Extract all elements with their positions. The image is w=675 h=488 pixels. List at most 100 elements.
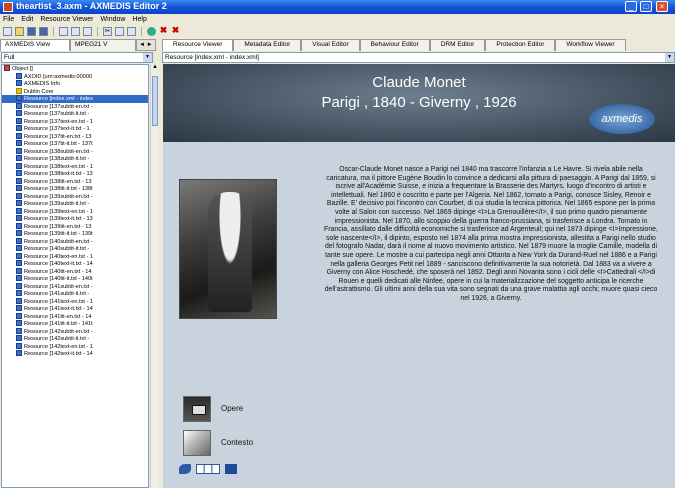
resource-select[interactable]: Resource [index.xml - index.xml] ▼ xyxy=(162,52,675,63)
tree-item-label: Resource [140subtit-it.txt - xyxy=(24,246,90,252)
tree-item[interactable]: Resource [138tit-en.txt - 13 xyxy=(2,177,148,186)
tree-item[interactable]: Resource [141tit-it.txt - 141t xyxy=(2,320,148,328)
opere-label[interactable]: Opere xyxy=(221,404,243,413)
tree-item[interactable]: Resource [141subtit-en.txt - xyxy=(2,282,148,291)
cut-icon[interactable]: ✂ xyxy=(103,27,112,36)
tree-item[interactable]: Resource [142subtit-it.txt - xyxy=(2,335,148,343)
tab-metadata-editor[interactable]: Metadata Editor xyxy=(233,39,302,51)
resource-icon xyxy=(16,117,22,124)
copy-icon[interactable] xyxy=(115,27,124,36)
tree-item[interactable]: Resource [141subtit-it.txt - xyxy=(2,290,148,298)
tree-item[interactable]: Resource [142subtit-en.txt - xyxy=(2,327,148,336)
tree-item[interactable]: Resource [141tit-en.txt - 14 xyxy=(2,312,148,321)
tree-item[interactable]: Resource [140tit-en.txt - 14 xyxy=(2,267,148,276)
tree-item-label: Resource [139text-it.txt - 13 xyxy=(24,216,93,222)
object-tree[interactable]: Object [] AXOID [urn:axmedis:00000 AXMEDIS… xyxy=(1,64,149,488)
print-icon[interactable] xyxy=(59,27,68,36)
tree-item[interactable]: Resource [140tit-it.txt - 140t xyxy=(2,275,148,283)
tree-item-label: Resource [139tit-en.txt - 13 xyxy=(24,223,92,230)
tree-item[interactable]: Resource [140subtit-en.txt - xyxy=(2,237,148,246)
protect-icon[interactable] xyxy=(147,27,156,36)
tree-root-item[interactable]: Object [] xyxy=(2,65,148,73)
tree-item[interactable]: AXMEDIS Info xyxy=(2,80,148,88)
opere-link[interactable]: Opere xyxy=(177,396,297,424)
tab-behaviour-editor[interactable]: Behaviour Editor xyxy=(359,39,430,51)
tab-drm-editor[interactable]: DRM Editor xyxy=(429,39,486,51)
tree-item[interactable]: Resource [142text-it.txt - 14 xyxy=(2,350,148,358)
resource-icon xyxy=(16,102,22,109)
contesto-link[interactable]: Contesto xyxy=(177,430,297,458)
tree-item[interactable]: Dublin Core xyxy=(2,87,148,96)
save-icon[interactable] xyxy=(27,27,36,36)
tree-item[interactable]: Resource [140subtit-it.txt - xyxy=(2,245,148,253)
tree-item[interactable]: Resource [138subtit-en.txt - xyxy=(2,147,148,156)
tools-icon[interactable]: ✖ xyxy=(159,26,168,36)
tree-item[interactable]: Resource [137text-it.txt - 1 xyxy=(2,125,148,133)
open-icon[interactable] xyxy=(15,27,24,36)
tab-protection-editor[interactable]: Protection Editor xyxy=(485,39,556,51)
tree-item[interactable]: Resource [138text-it.txt - 13 xyxy=(2,170,148,178)
paste-icon[interactable] xyxy=(127,27,136,36)
close-button[interactable]: × xyxy=(656,1,668,12)
scroll-thumb[interactable] xyxy=(152,76,158,126)
tab-mpeg21-view[interactable]: MPEG21 V xyxy=(70,39,136,51)
tree-item[interactable]: Resource [139text-it.txt - 13 xyxy=(2,215,148,223)
tab-axmedis-view[interactable]: AXMEDIS View xyxy=(0,39,70,51)
tree-item[interactable]: Resource [139subtit-en.txt - xyxy=(2,192,148,201)
tree-item[interactable]: Resource [142text-en.txt - 1 xyxy=(2,342,148,351)
menu-file[interactable]: File xyxy=(3,14,14,25)
tree-item-label: Resource [138text-it.txt - 13 xyxy=(24,171,93,177)
resource-path: Resource [index.xml - index.xml] xyxy=(165,54,259,61)
tab-workflow-viewer[interactable]: Workflow Viewer xyxy=(555,39,626,51)
properties-icon[interactable] xyxy=(83,27,92,36)
tree-scrollbar[interactable]: ▲ xyxy=(150,64,158,488)
resource-icon xyxy=(16,335,22,341)
tab-visual-editor[interactable]: Visual Editor xyxy=(301,39,360,51)
view-filter-select[interactable]: Full ▼ xyxy=(1,52,153,63)
book-icon[interactable] xyxy=(225,464,237,474)
axmedis-logo: axmedis xyxy=(589,104,655,134)
maximize-button[interactable]: □ xyxy=(640,1,652,12)
minimize-button[interactable]: _ xyxy=(625,1,637,12)
gallery-icon[interactable] xyxy=(196,464,220,474)
tree-item[interactable]: Resource [140text-en.txt - 1 xyxy=(2,252,148,261)
menu-resource-viewer[interactable]: Resource Viewer xyxy=(40,14,93,25)
tree-item-label: Resource [137tit-it.txt - 137t xyxy=(24,141,93,147)
contesto-label[interactable]: Contesto xyxy=(221,438,253,447)
tree-item[interactable]: Resource [137tit-en.txt - 13 xyxy=(2,132,148,141)
tree-item[interactable]: Resource [139subtit-it.txt - xyxy=(2,200,148,208)
tree-item[interactable]: Resource [138text-en.txt - 1 xyxy=(2,162,148,171)
opere-thumbnail-icon[interactable] xyxy=(183,396,211,422)
tree-item[interactable]: Resource [139tit-en.txt - 13 xyxy=(2,222,148,231)
tree-item[interactable]: Resource [140text-it.txt - 14 xyxy=(2,260,148,268)
chevron-down-icon[interactable]: ▼ xyxy=(143,53,152,62)
tree-item[interactable]: Resource [137text-en.txt - 1 xyxy=(2,117,148,126)
new-icon[interactable] xyxy=(3,27,12,36)
tree-item[interactable]: Resource [138subtit-it.txt - xyxy=(2,155,148,163)
back-icon[interactable] xyxy=(179,464,191,474)
tree-item[interactable]: Resource [137subtit-it.txt - xyxy=(2,110,148,118)
tree-item[interactable]: AXOID [urn:axmedis:00000 xyxy=(2,72,148,81)
scroll-up-icon[interactable]: ▲ xyxy=(151,64,159,72)
tab-resource-viewer[interactable]: Resource Viewer xyxy=(162,39,234,51)
preview-icon[interactable] xyxy=(71,27,80,36)
menu-edit[interactable]: Edit xyxy=(21,14,33,25)
tree-item[interactable]: Resource [index.xml - index xyxy=(2,95,148,103)
tree-item[interactable]: Resource [137subtit-en.txt - xyxy=(2,102,148,111)
resource-icon xyxy=(16,177,22,184)
tree-item[interactable]: Resource [139tit-it.txt - 139t xyxy=(2,230,148,238)
tree-item[interactable]: Resource [141text-en.txt - 1 xyxy=(2,297,148,306)
tree-item-label: Resource [142text-it.txt - 14 xyxy=(24,351,93,357)
menu-window[interactable]: Window xyxy=(101,14,126,25)
tree-item[interactable]: Resource [138tit-it.txt - 138t xyxy=(2,185,148,193)
resource-icon xyxy=(16,147,22,154)
tree-item[interactable]: Resource [137tit-it.txt - 137t xyxy=(2,140,148,148)
tree-item[interactable]: Resource [139text-en.txt - 1 xyxy=(2,207,148,216)
menu-help[interactable]: Help xyxy=(132,14,146,25)
contesto-thumbnail-icon[interactable] xyxy=(183,430,211,456)
cancel-icon[interactable]: ✖ xyxy=(171,26,180,36)
chevron-down-icon[interactable]: ▼ xyxy=(665,53,674,62)
tab-scroll-arrows[interactable]: ◄ ► xyxy=(136,39,156,51)
save-all-icon[interactable] xyxy=(39,27,48,36)
tree-item[interactable]: Resource [141text-it.txt - 14 xyxy=(2,305,148,313)
